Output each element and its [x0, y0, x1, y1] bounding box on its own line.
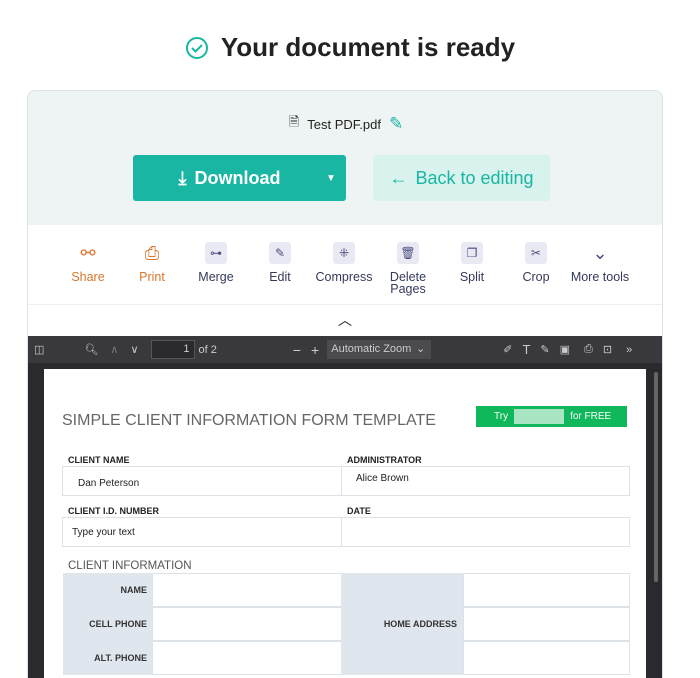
pdf-viewer: ◫ 🔍︎ ∧ ∨ 1 of 2 − + Automatic Zoom ⌄ ✐ T …: [28, 336, 662, 678]
crop-icon: ✂: [525, 242, 547, 264]
next-page-icon[interactable]: ∨: [130, 343, 138, 356]
tool-more[interactable]: ⌄ More tools: [568, 225, 632, 304]
client-id-label: CLIENT I.D. NUMBER: [68, 506, 159, 516]
merge-icon: ⊶: [205, 242, 227, 264]
title-text: Your document is ready: [220, 32, 516, 62]
search-icon[interactable]: 🔍︎: [84, 343, 98, 356]
download-options-caret[interactable]: ▼: [316, 173, 346, 184]
cell-phone-label: CELL PHONE: [63, 607, 153, 641]
more-icon[interactable]: »: [626, 344, 632, 356]
client-name-label: CLIENT NAME: [68, 455, 130, 465]
file-icon: 🗎: [288, 114, 300, 129]
try-free-banner[interactable]: Try for FREE: [476, 406, 627, 427]
try-text: Try: [494, 411, 509, 422]
printer-icon: ⎙: [144, 243, 160, 263]
back-label: Back to editing: [415, 167, 534, 188]
tool-label: Compress: [315, 270, 373, 284]
tool-print[interactable]: ⎙ Print: [120, 225, 184, 304]
tool-label: Split: [459, 270, 485, 284]
share-icon: ⚯: [80, 243, 96, 263]
zoom-out-icon[interactable]: −: [293, 342, 301, 358]
alt-phone-field[interactable]: [152, 641, 342, 675]
download-label: Download: [194, 167, 281, 188]
tool-label: More tools: [570, 270, 630, 284]
download-icon: ⤓: [178, 167, 187, 188]
zoom-select[interactable]: Automatic Zoom ⌄: [327, 340, 432, 359]
page-number-input[interactable]: 1: [150, 340, 195, 359]
client-id-field[interactable]: Type your text: [62, 517, 342, 547]
check-circle-icon: [185, 36, 208, 59]
arrow-left-icon: ←: [389, 167, 408, 188]
draw-icon[interactable]: ✎: [540, 343, 549, 356]
prev-page-icon[interactable]: ∧: [110, 343, 118, 356]
client-name-field[interactable]: Dan Peterson: [62, 466, 342, 496]
text-icon[interactable]: T: [522, 342, 530, 357]
filename-row: 🗎 Test PDF.pdf ✎: [28, 113, 664, 135]
form-title: SIMPLE CLIENT INFORMATION FORM TEMPLATE: [62, 412, 436, 429]
name-field[interactable]: [152, 573, 342, 607]
chevron-down-icon: ⌄: [416, 343, 426, 355]
tool-label: Edit: [269, 270, 291, 284]
pdf-page: SIMPLE CLIENT INFORMATION FORM TEMPLATE …: [44, 369, 646, 678]
tool-split[interactable]: ❐ Split: [440, 225, 504, 304]
administrator-field[interactable]: Alice Brown: [341, 466, 630, 496]
tool-compress[interactable]: ⁜ Compress: [312, 225, 376, 304]
home-address-field-1[interactable]: [463, 573, 630, 607]
zoom-in-icon[interactable]: +: [311, 342, 319, 358]
section-heading: CLIENT INFORMATION: [68, 560, 192, 572]
tool-edit[interactable]: ✎ Edit: [248, 225, 312, 304]
tool-share[interactable]: ⚯ Share: [56, 225, 120, 304]
tool-crop[interactable]: ✂ Crop: [504, 225, 568, 304]
print-icon[interactable]: ⎙: [584, 343, 593, 356]
result-card: 🗎 Test PDF.pdf ✎ ⤓ Download ▼ ← Back to ed…: [27, 90, 663, 678]
viewer-scrollbar[interactable]: [654, 372, 658, 582]
compress-icon: ⁜: [333, 242, 355, 264]
image-icon[interactable]: ▣: [560, 343, 570, 356]
tool-label: Share: [71, 270, 105, 284]
trash-icon: 🗑: [397, 242, 419, 264]
page-count: of 2: [198, 343, 217, 356]
tool-label: Crop: [522, 270, 550, 284]
name-label: NAME: [63, 573, 153, 607]
redacted-block: [514, 409, 565, 424]
viewer-toolbar: ◫ 🔍︎ ∧ ∨ 1 of 2 − + Automatic Zoom ⌄ ✐ T …: [28, 336, 662, 363]
tool-label: Delete Pages: [389, 270, 427, 296]
tools-row: ⚯ Share ⎙ Print ⊶ Merge ✎ Edit ⁜ Compress 🗑 De…: [28, 225, 662, 305]
tool-label: Print: [139, 270, 165, 284]
home-address-label: HOME ADDRESS: [341, 573, 463, 675]
filename: Test PDF.pdf: [307, 116, 381, 132]
sidebar-toggle-icon[interactable]: ◫: [34, 343, 44, 356]
alt-phone-label: ALT. PHONE: [63, 641, 153, 675]
tool-delete-pages[interactable]: 🗑 Delete Pages: [376, 225, 440, 304]
zoom-value: Automatic Zoom: [331, 343, 412, 355]
edit-filename-icon[interactable]: ✎: [389, 114, 403, 134]
cell-phone-field[interactable]: [152, 607, 342, 641]
pencil-icon: ✎: [269, 242, 291, 264]
highlight-icon[interactable]: ✐: [503, 343, 512, 356]
chevron-down-icon: ⌄: [592, 243, 608, 263]
date-label: DATE: [347, 506, 371, 516]
home-address-field-3[interactable]: [463, 641, 630, 675]
download-button[interactable]: ⤓ Download ▼: [133, 155, 346, 201]
save-icon[interactable]: ⊡: [603, 343, 612, 356]
free-text: for FREE: [570, 411, 612, 422]
chevron-up-icon: ︿: [338, 312, 352, 328]
administrator-label: ADMINISTRATOR: [347, 455, 422, 465]
collapse-tools-toggle[interactable]: ︿: [28, 305, 662, 336]
split-icon: ❐: [461, 242, 483, 264]
home-address-field-2[interactable]: [463, 607, 630, 641]
page-title: Your document is ready: [0, 32, 700, 63]
back-to-editing-button[interactable]: ← Back to editing: [373, 155, 550, 201]
date-field[interactable]: [341, 517, 630, 547]
tool-merge[interactable]: ⊶ Merge: [184, 225, 248, 304]
tool-label: Merge: [198, 270, 234, 284]
